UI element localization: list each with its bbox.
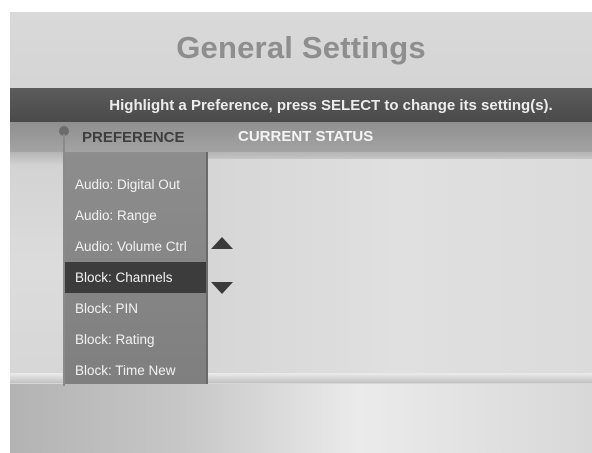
page-title: General Settings	[176, 30, 426, 65]
list-item-block-channels[interactable]: Block: Channels	[65, 262, 206, 293]
list-item-label: Audio: Digital Out	[75, 177, 181, 192]
list-item-block-pin[interactable]: Block: PIN	[65, 293, 206, 324]
list-item-label: Block: Channels	[75, 270, 173, 285]
current-status-panel	[208, 158, 592, 374]
list-item-label: Block: Time New	[75, 363, 176, 378]
preference-column-header: PREFERENCE	[82, 129, 185, 146]
list-item-label: Audio: Range	[75, 208, 157, 223]
list-item-block-rating[interactable]: Block: Rating	[65, 324, 206, 355]
column-header-row: PREFERENCE CURRENT STATUS	[10, 122, 592, 152]
scroll-down-icon[interactable]	[211, 282, 233, 294]
footer-area	[10, 384, 592, 453]
list-item-label: Block: PIN	[75, 301, 139, 316]
instruction-text: Highlight a Preference, press SELECT to …	[109, 96, 553, 114]
list-item-audio-volume-ctrl[interactable]: Audio: Volume Ctrl	[65, 231, 206, 262]
list-item-block-time-new[interactable]: Block: Time New	[65, 355, 206, 386]
settings-screen: General Settings Highlight a Preference,…	[10, 12, 592, 453]
list-item-label: Audio: Volume Ctrl	[75, 239, 187, 254]
current-status-column-header: CURRENT STATUS	[238, 128, 374, 145]
list-item-label: Block: Rating	[75, 332, 155, 347]
preference-list[interactable]: Audio: Digital Out Audio: Range Audio: V…	[65, 152, 208, 384]
instruction-bar: Highlight a Preference, press SELECT to …	[10, 88, 592, 122]
list-item-audio-range[interactable]: Audio: Range	[65, 200, 206, 231]
scroll-up-icon[interactable]	[211, 237, 233, 249]
list-item-audio-digital-out[interactable]: Audio: Digital Out	[65, 169, 206, 200]
